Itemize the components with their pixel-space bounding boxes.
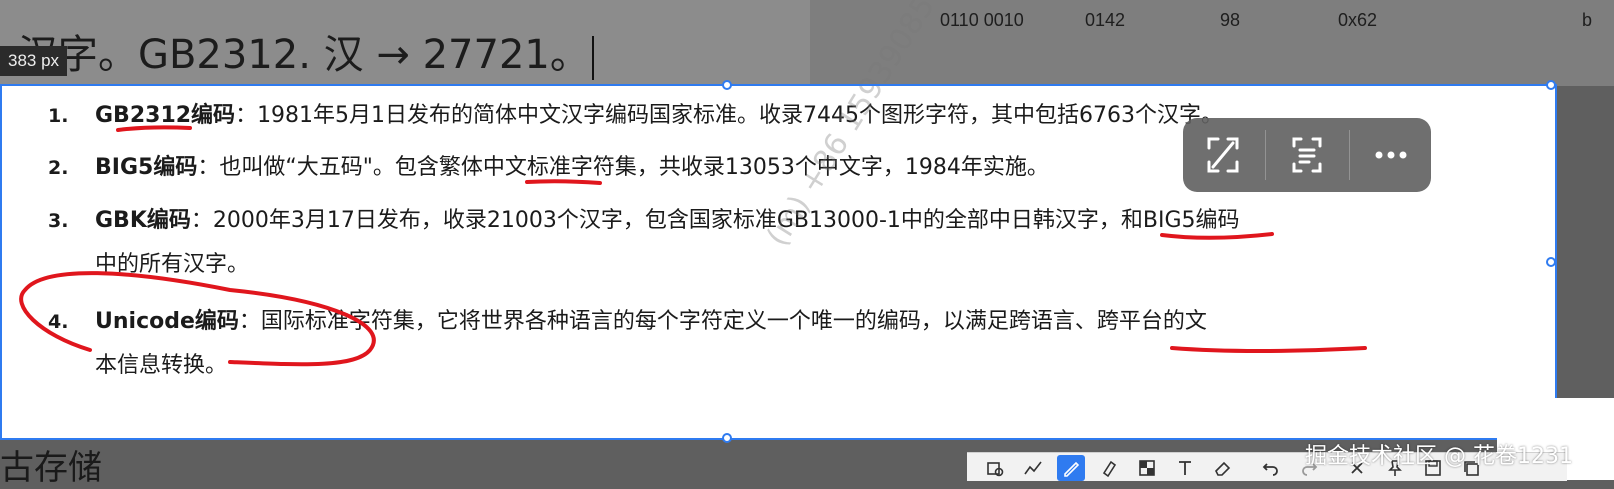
list-text-line: GBK编码：2000年3月17日发布，收录21003个汉字，包含国家标准GB13… <box>95 195 1240 247</box>
background-table: 0110 0010 0142 98 0x62 b <box>810 0 1614 86</box>
table-cell: b <box>1582 10 1593 30</box>
expand-button[interactable] <box>1183 118 1263 192</box>
list-number: 4. <box>48 311 69 333</box>
text-cursor <box>592 36 594 80</box>
toolbar-divider <box>1265 130 1266 180</box>
term-label: BIG5编码 <box>95 155 198 180</box>
shape-tool[interactable] <box>981 455 1009 481</box>
undo-icon <box>1262 463 1278 476</box>
term-label: GB2312编码 <box>95 103 236 128</box>
resize-handle-bottom[interactable] <box>722 433 732 443</box>
text-tool[interactable] <box>1171 455 1199 481</box>
list-text-line: GB2312编码：1981年5月1日发布的简体中文汉字编码国家标准。收录7445… <box>95 90 1223 142</box>
item-continuation: 本信息转换。 <box>95 353 228 378</box>
expand-icon <box>1207 137 1239 173</box>
term-label: Unicode编码 <box>95 309 239 334</box>
table-row: 0110 0010 0142 98 0x62 b <box>810 6 1614 36</box>
floating-toolbar <box>1183 118 1431 192</box>
mosaic-tool[interactable] <box>1133 455 1161 481</box>
list-number: 1. <box>48 105 69 127</box>
table-cell: 0x62 <box>1338 10 1378 30</box>
undo-button[interactable] <box>1257 455 1285 481</box>
more-icon <box>1375 151 1407 159</box>
highlighter-icon <box>1102 460 1117 478</box>
resize-handle-top[interactable] <box>722 80 732 90</box>
table-cell: 98 <box>1220 10 1241 30</box>
eraser-tool[interactable] <box>1209 455 1237 481</box>
item-description: ：2000年3月17日发布，收录21003个汉字，包含国家标准GB13000-1… <box>190 208 1240 233</box>
highlighter-tool[interactable] <box>1095 455 1123 481</box>
item-description: ：也叫做“大五码"。包含繁体中文标准字符集，共收录13053个中文字，1984年… <box>197 155 1049 180</box>
list-number: 2. <box>48 157 69 179</box>
item-continuation: 中的所有汉字。 <box>95 252 250 277</box>
brand-watermark: 掘金技术社区 @ 花卷1231 <box>1305 444 1573 469</box>
curve-icon <box>1024 461 1042 475</box>
table-cell: 0142 <box>1085 10 1126 30</box>
curve-tool[interactable] <box>1019 455 1047 481</box>
text-icon <box>1179 461 1191 475</box>
pen-icon <box>1064 461 1080 477</box>
more-button[interactable] <box>1351 118 1431 192</box>
list-text-line: Unicode编码：国际标准字符集，它将世界各种语言的每个字符定义一个唯一的编码… <box>95 296 1207 348</box>
ocr-scan-icon <box>1292 137 1322 173</box>
item-description: ：国际标准字符集，它将世界各种语言的每个字符定义一个唯一的编码，以满足跨语言、跨… <box>238 309 1207 334</box>
size-readout-badge: 383 px <box>0 46 68 76</box>
resize-handle-top-right[interactable] <box>1546 80 1556 90</box>
resize-handle-right[interactable] <box>1546 257 1556 267</box>
background-bottom-heading: 古存储 <box>0 448 102 488</box>
ocr-button[interactable] <box>1267 118 1347 192</box>
table-cell: 0110 0010 <box>940 10 1024 30</box>
toolbar-divider <box>1349 130 1350 180</box>
list-number: 3. <box>48 210 69 232</box>
term-label: GBK编码 <box>95 208 191 233</box>
item-description: ：1981年5月1日发布的简体中文汉字编码国家标准。收录7445个图形字符，其中… <box>235 103 1224 128</box>
pen-tool[interactable] <box>1057 455 1085 481</box>
list-text-line: BIG5编码：也叫做“大五码"。包含繁体中文标准字符集，共收录13053个中文字… <box>95 142 1049 194</box>
eraser-icon <box>1215 461 1231 476</box>
shape-icon <box>987 462 1004 477</box>
mosaic-icon <box>1139 460 1155 476</box>
background-heading: 汉字。GB2312. 汉 → 27721。 <box>18 32 590 78</box>
